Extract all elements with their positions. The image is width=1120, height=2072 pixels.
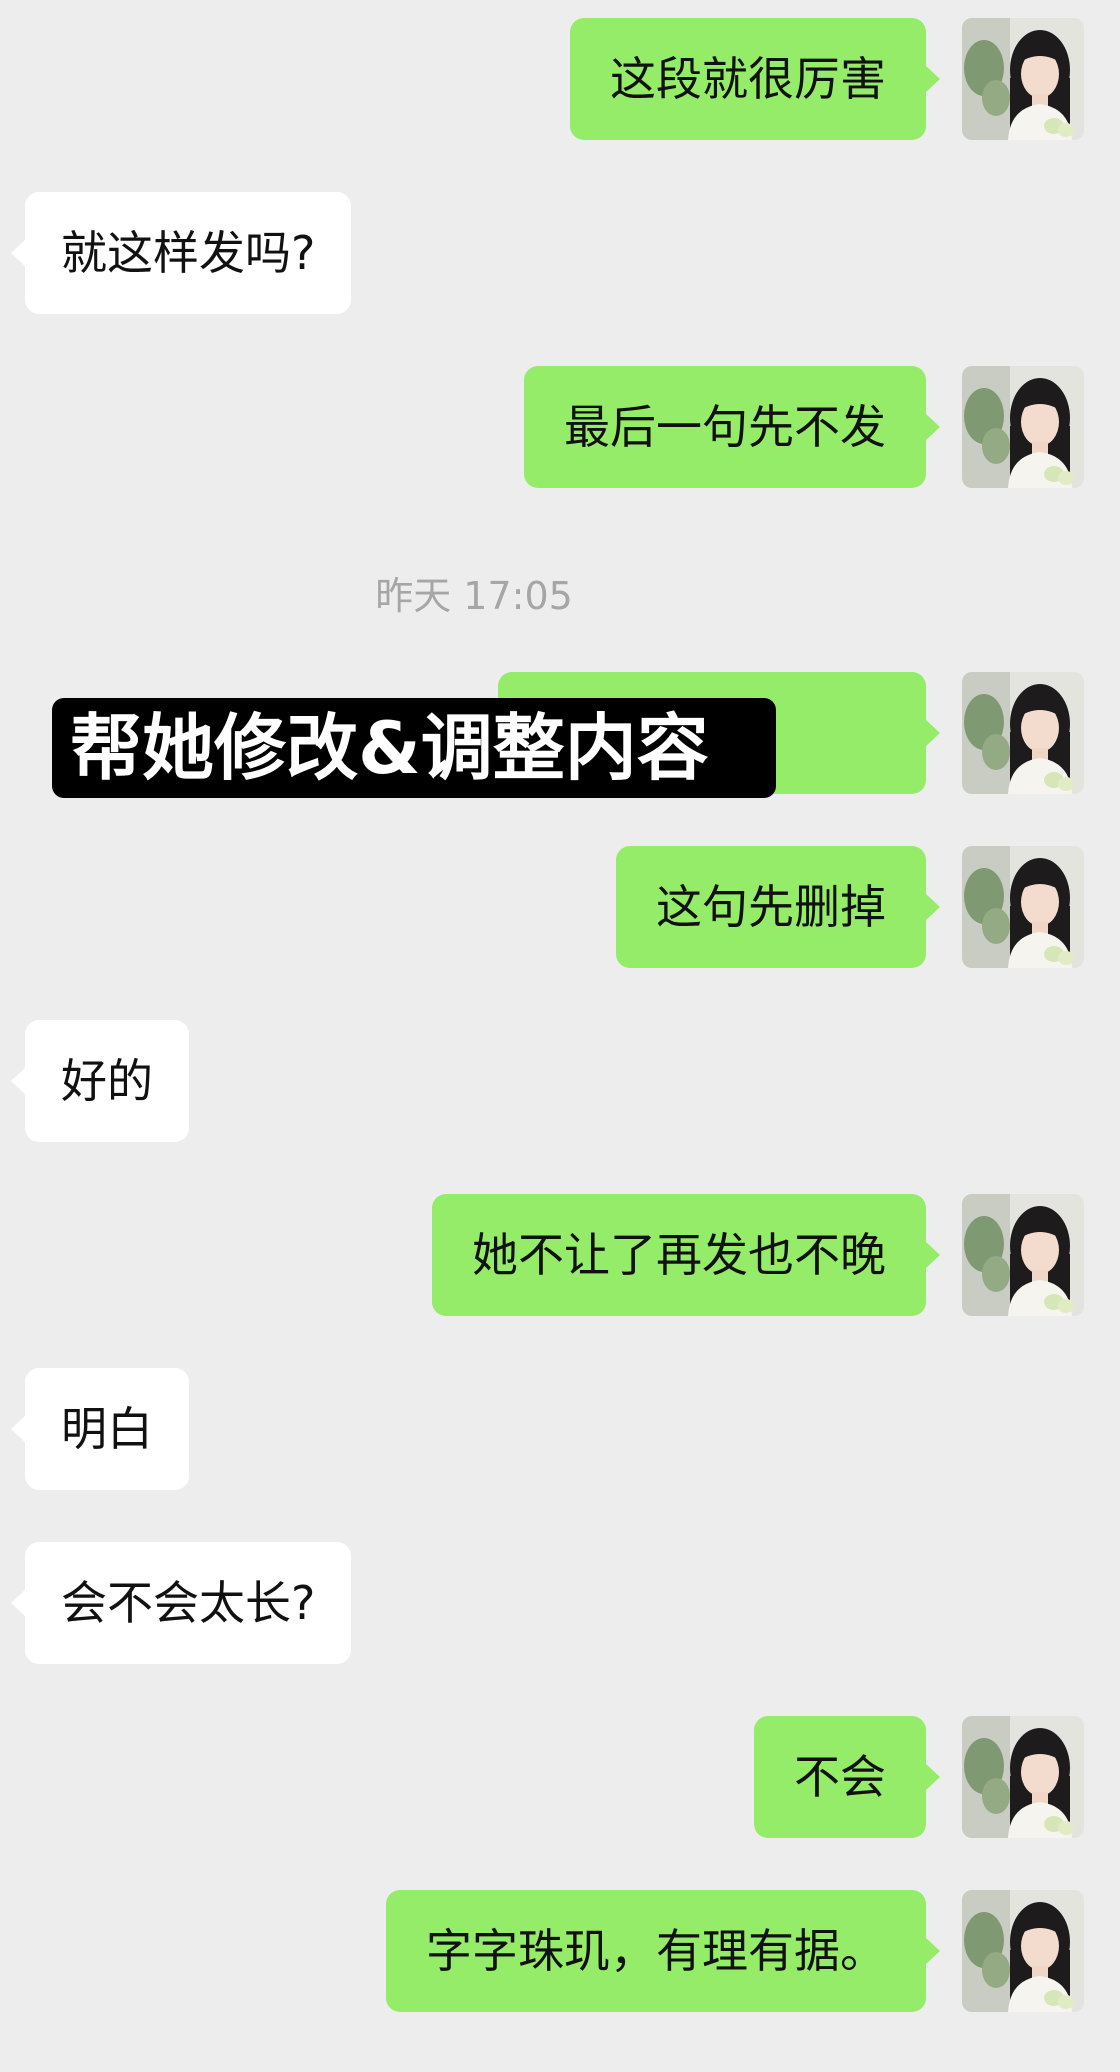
- overlay-caption: 帮她修改&调整内容: [52, 698, 776, 798]
- chat-timestamp: 昨天 17:05: [375, 574, 573, 618]
- avatar-icon[interactable]: [962, 18, 1084, 140]
- sent-message-bubble[interactable]: 她不让了再发也不晚: [432, 1194, 940, 1316]
- avatar-icon[interactable]: [962, 846, 1084, 968]
- received-message-bubble[interactable]: 就这样发吗?: [10, 192, 352, 314]
- avatar-icon[interactable]: [962, 366, 1084, 488]
- sent-message-bubble[interactable]: 字字珠玑，有理有据。: [386, 1890, 940, 2012]
- sent-message-bubble[interactable]: 这句先删掉: [616, 846, 940, 968]
- sent-message-bubble[interactable]: 不会: [754, 1716, 940, 1838]
- sent-message-bubble[interactable]: 这段就很厉害: [570, 18, 940, 140]
- avatar-icon[interactable]: [962, 1716, 1084, 1838]
- received-message-bubble[interactable]: 好的: [11, 1020, 189, 1142]
- avatar-icon[interactable]: [962, 1194, 1084, 1316]
- avatar-icon[interactable]: [962, 1890, 1084, 2012]
- sent-message-bubble[interactable]: 最后一句先不发: [524, 366, 940, 488]
- received-message-bubble[interactable]: 明白: [11, 1368, 189, 1490]
- avatar-icon[interactable]: [962, 672, 1084, 794]
- received-message-bubble[interactable]: 会不会太长?: [10, 1542, 352, 1664]
